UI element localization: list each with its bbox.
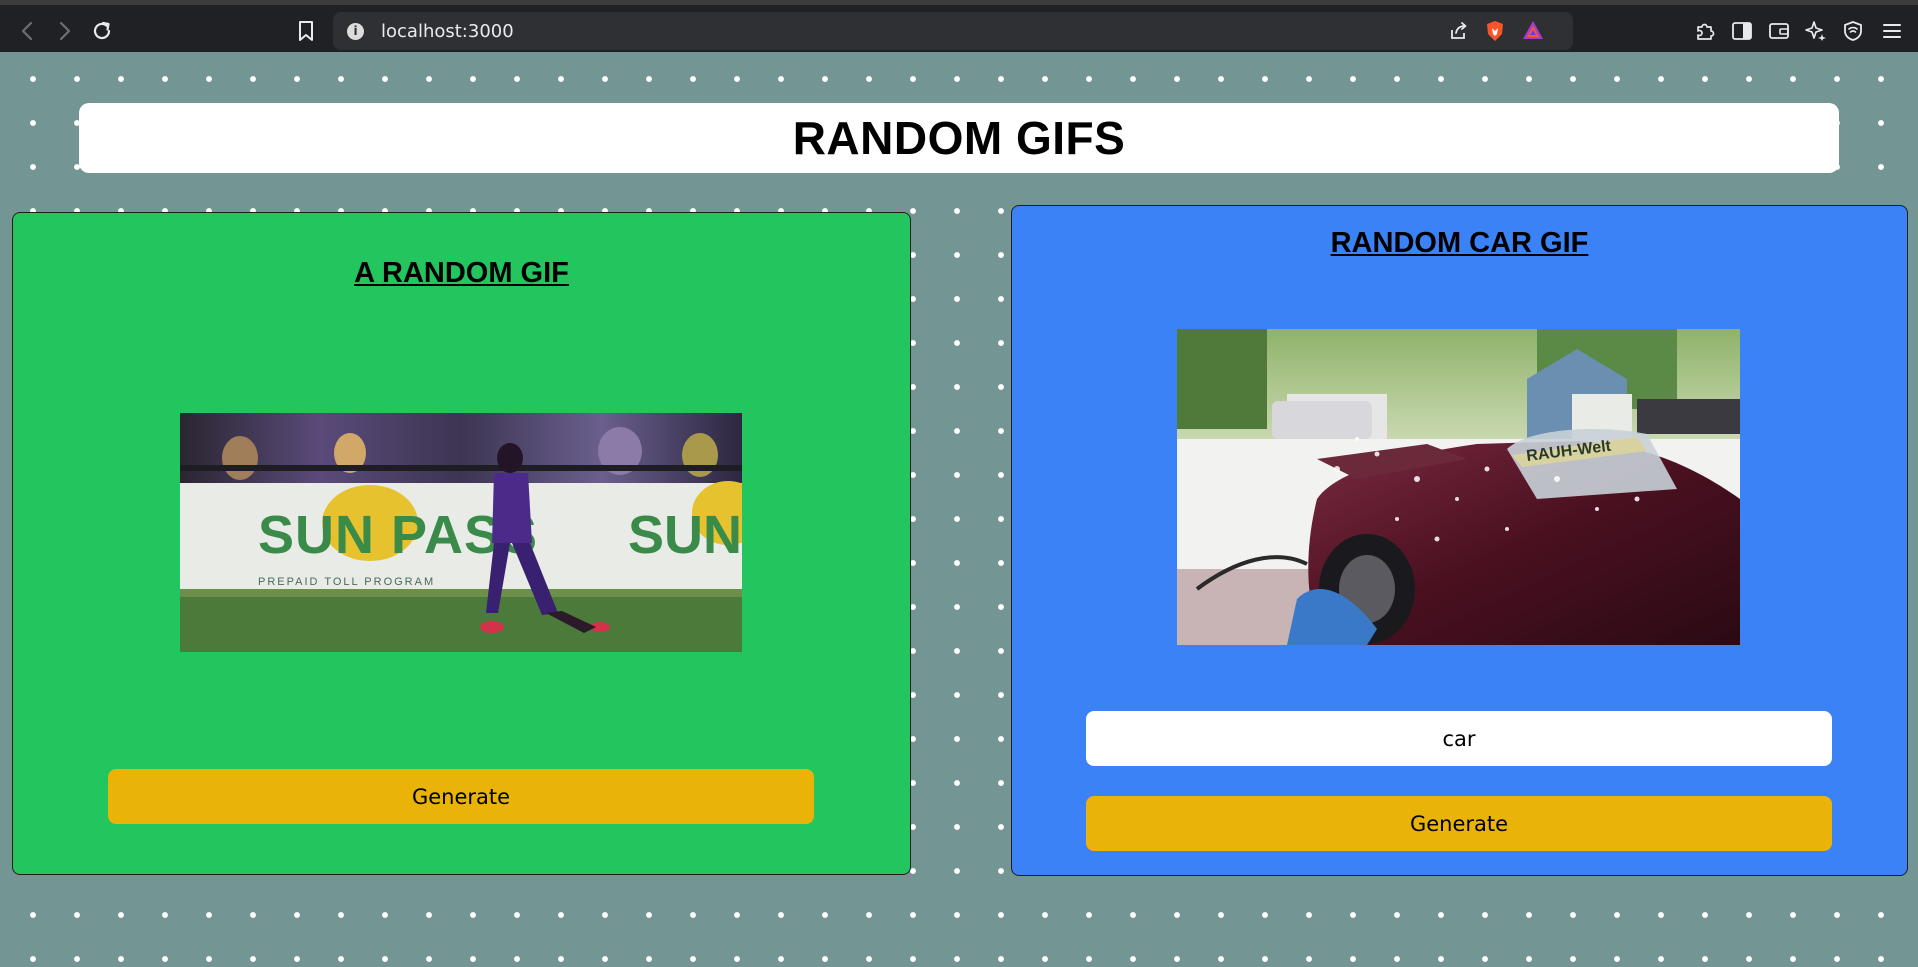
svg-text:PREPAID TOLL PROGRAM: PREPAID TOLL PROGRAM bbox=[258, 576, 435, 588]
page-title: RANDOM GIFS bbox=[792, 112, 1126, 164]
car-wash-gif: RAUH-Welt bbox=[1177, 329, 1740, 645]
brave-shields-icon[interactable] bbox=[1484, 20, 1506, 42]
vpn-icon[interactable] bbox=[1841, 19, 1865, 43]
forward-icon[interactable] bbox=[48, 15, 80, 47]
menu-icon[interactable] bbox=[1880, 19, 1904, 43]
site-info-icon[interactable]: i bbox=[347, 23, 364, 40]
address-bar[interactable]: i localhost:3000 bbox=[333, 12, 1573, 50]
random-gif-title: A RANDOM GIF bbox=[354, 257, 569, 289]
extensions-icon[interactable] bbox=[1693, 19, 1717, 43]
random-gif-card: A RANDOM GIF SUN PASS PREPAID TOLL PROGR… bbox=[12, 212, 911, 875]
sidebar-icon[interactable] bbox=[1730, 19, 1754, 43]
back-icon[interactable] bbox=[12, 15, 44, 47]
bookmark-icon[interactable] bbox=[290, 15, 322, 47]
browser-toolbar: i localhost:3000 bbox=[0, 0, 1918, 52]
share-icon[interactable] bbox=[1448, 20, 1470, 42]
brave-rewards-icon[interactable] bbox=[1521, 19, 1543, 41]
leo-ai-icon[interactable] bbox=[1804, 19, 1828, 43]
soccer-player-gif: SUN PASS PREPAID TOLL PROGRAM SUN bbox=[180, 413, 742, 652]
tag-input[interactable] bbox=[1086, 711, 1832, 766]
car-gif-card: RANDOM CAR GIF RAUH-Welt car Generate bbox=[1011, 205, 1908, 876]
svg-text:SUN: SUN bbox=[628, 505, 742, 565]
url-text[interactable]: localhost:3000 bbox=[381, 21, 514, 42]
car-gif-title: RANDOM CAR GIF bbox=[1330, 227, 1589, 259]
random-generate-button[interactable]: Generate bbox=[108, 769, 814, 824]
car-generate-button[interactable]: Generate bbox=[1086, 796, 1832, 851]
reload-icon[interactable] bbox=[86, 15, 118, 47]
wallet-icon[interactable] bbox=[1767, 19, 1791, 43]
title-banner: RANDOM GIFS bbox=[79, 103, 1839, 173]
